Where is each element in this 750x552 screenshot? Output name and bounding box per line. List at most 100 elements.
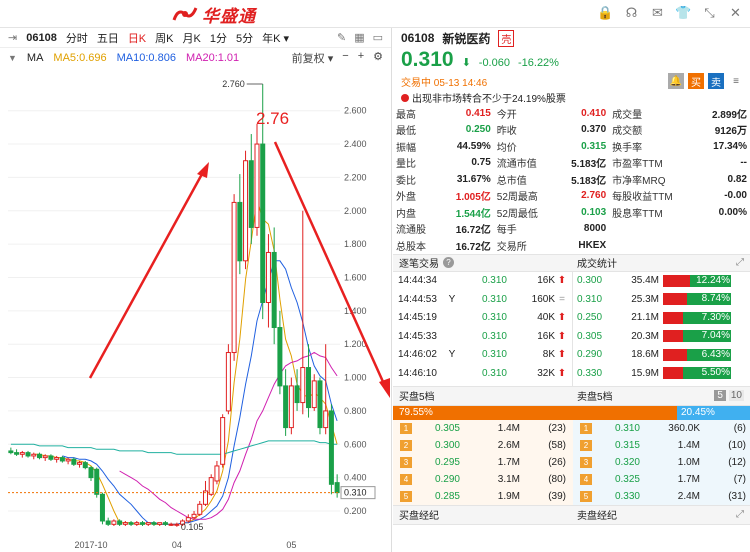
x-tick-label: 04 xyxy=(172,540,182,550)
candle xyxy=(134,520,140,526)
broker-expand-icon[interactable]: ⤢ xyxy=(736,509,750,520)
candle xyxy=(237,174,243,275)
y-tick-label: 0.200 xyxy=(344,506,367,516)
candle-body xyxy=(277,327,283,387)
ask-price: 0.320 xyxy=(614,456,640,468)
candle-body xyxy=(237,201,243,262)
more-icon[interactable]: ≡ xyxy=(728,73,744,89)
levels-5-toggle[interactable]: 5 xyxy=(714,390,726,401)
ticks-header: 逐笔交易 ? 成交统计 ⤢ xyxy=(393,253,750,272)
candle-body xyxy=(65,458,71,462)
period-tab[interactable]: 年K ▾ xyxy=(262,30,289,46)
bell-icon[interactable]: 🔔 xyxy=(668,73,684,89)
tick-time: 14:46:10 xyxy=(398,367,437,379)
period-tab[interactable]: 分时 xyxy=(66,30,88,46)
settings-icon[interactable]: ⚙ xyxy=(373,50,383,66)
bid-row: 3 0.295 1.7M (26) xyxy=(393,454,573,471)
period-tab[interactable]: 周K xyxy=(155,30,173,46)
x-tick-label: 2017-10 xyxy=(74,540,107,550)
ma-line xyxy=(33,198,338,525)
stats-row: 量比 0.75 流通市值 5.183亿 市盈率TTM -- xyxy=(393,155,750,172)
sidebar-toggle-icon[interactable]: ⇥ xyxy=(8,31,17,44)
shirt-icon[interactable]: 👕 xyxy=(675,4,692,22)
levels-10-toggle[interactable]: 10 xyxy=(728,390,744,401)
period-tab[interactable]: 1分 xyxy=(210,30,227,46)
zoom-in-icon[interactable]: + xyxy=(358,50,364,66)
ma-line xyxy=(10,440,338,455)
headset-icon[interactable]: ☊ xyxy=(623,4,640,22)
orderbook-header: 买盘5档 卖盘5档 5 10 xyxy=(393,385,750,406)
tick-volume: 16K xyxy=(537,330,555,342)
bid-count: (80) xyxy=(548,473,566,485)
draw-icon[interactable]: ✎ xyxy=(337,31,346,44)
adjust-select[interactable]: 前复权 ▾ xyxy=(292,50,334,66)
expand-icon[interactable]: ⤢ xyxy=(736,257,750,268)
volstat-row: 0.290 18.6M 6.43% xyxy=(573,346,750,365)
bid-price: 0.295 xyxy=(434,456,460,468)
y-tick-label: 1.000 xyxy=(344,373,367,383)
ma20-value: MA20:1.01 xyxy=(185,52,240,64)
buy-button[interactable]: 买 xyxy=(688,73,704,89)
red-down-arrow xyxy=(273,141,386,385)
bid-count: (58) xyxy=(548,439,566,451)
candle-body xyxy=(31,453,37,457)
stat-label: 内盘 xyxy=(396,208,416,220)
period-tab[interactable]: 月K xyxy=(183,30,201,46)
candle xyxy=(168,522,174,526)
candle-body xyxy=(48,455,54,460)
bid-row: 4 0.290 3.1M (80) xyxy=(393,471,573,488)
lock-icon[interactable]: 🔒 xyxy=(597,4,614,22)
bid-level: 1 xyxy=(400,422,412,434)
grid-icon[interactable]: ▦ xyxy=(354,31,364,44)
candle-body xyxy=(105,520,111,525)
shrink-icon[interactable]: ⤡ xyxy=(701,4,718,22)
candle xyxy=(105,517,111,526)
alert-dot-icon xyxy=(401,93,409,102)
layout-icon[interactable]: ▭ xyxy=(373,31,383,44)
tick-volume: 8K xyxy=(542,349,555,361)
stat-value: 1.005亿 xyxy=(455,192,491,204)
candle-body xyxy=(157,522,163,525)
volstat-bar: 6.43% xyxy=(663,348,731,361)
ticks-title: 逐笔交易 xyxy=(399,259,439,270)
stats-row: 总股本 16.72亿 交易所 HKEX xyxy=(393,237,750,254)
down-arrow-icon: ⬇ xyxy=(461,57,471,69)
period-tab[interactable]: 五日 xyxy=(97,30,119,46)
help-icon[interactable]: ? xyxy=(443,257,454,268)
ask-row: 1 0.310 360.0K (6) xyxy=(573,420,750,437)
ask-level: 3 xyxy=(580,456,592,468)
period-tab[interactable]: 日K xyxy=(128,30,146,46)
volstat-price: 0.305 xyxy=(577,330,603,342)
stat-label: 市盈率TTM xyxy=(612,159,663,171)
stat-label: 均价 xyxy=(496,142,517,154)
candle xyxy=(225,344,231,415)
y-tick-label: 2.600 xyxy=(344,106,367,116)
stat-label: 每手 xyxy=(496,225,517,237)
candle-body xyxy=(145,522,151,525)
candlestick-chart[interactable]: 2.6002.4002.2002.0001.8001.6001.4001.200… xyxy=(0,70,392,552)
broker-header: 买盘经纪 卖盘经纪 ⤢ xyxy=(393,504,750,525)
notice-bar[interactable]: 出现非市场转合不少于24.19%股票 xyxy=(393,90,750,105)
min-price-label: 0.105 xyxy=(181,522,204,532)
price-change-pct: -16.22% xyxy=(517,57,559,69)
candle xyxy=(19,450,25,458)
period-tab[interactable]: 5分 xyxy=(236,30,253,46)
ask-price: 0.315 xyxy=(614,439,640,451)
stat-label: 外盘 xyxy=(396,192,416,204)
volstat-row: 0.305 20.3M 7.04% xyxy=(573,327,750,346)
up-arrow-icon: ⬆ xyxy=(557,367,567,379)
ma-label[interactable]: MA xyxy=(27,52,44,64)
sell-button[interactable]: 卖 xyxy=(708,73,724,89)
stat-label: 股息率TTM xyxy=(612,208,663,220)
candle-body xyxy=(94,468,100,495)
zoom-out-icon[interactable]: − xyxy=(342,50,348,66)
collapse-icon[interactable]: ▼ xyxy=(8,53,17,63)
stats-row: 流通股 16.72亿 每手 8000 xyxy=(393,221,750,238)
candle xyxy=(59,455,65,463)
quote-code: 06108 xyxy=(401,31,435,45)
candle xyxy=(191,510,197,520)
mail-icon[interactable]: ✉ xyxy=(649,4,666,22)
tick-time: 14:46:02 xyxy=(398,349,437,361)
ask-count: (7) xyxy=(733,473,746,485)
close-icon[interactable]: ✕ xyxy=(727,4,744,22)
